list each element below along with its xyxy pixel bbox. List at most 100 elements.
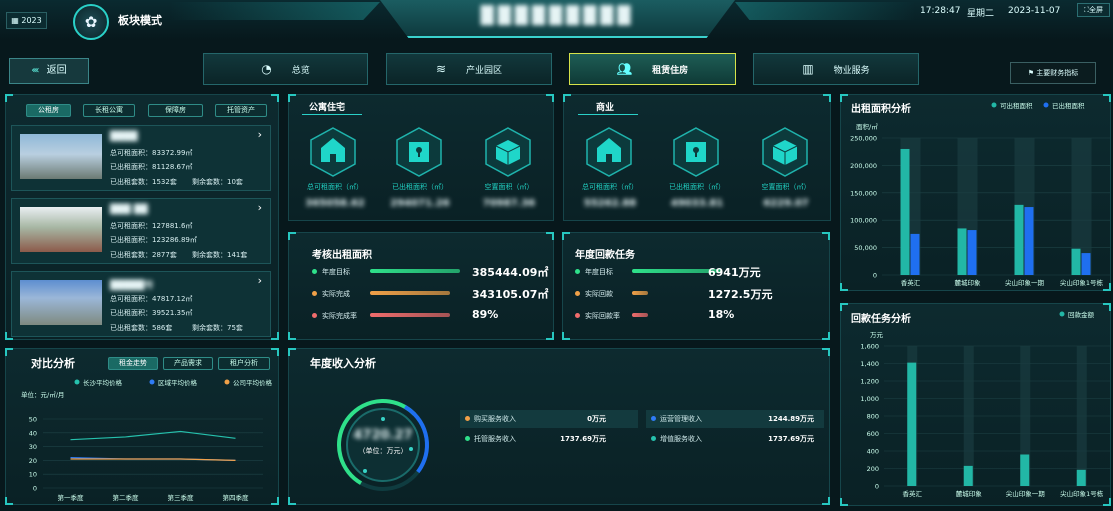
progress-bar <box>370 313 451 317</box>
y-tick-label: 1,600 <box>860 343 879 351</box>
y-axis-label: 面积/㎡ <box>856 122 878 131</box>
bar <box>1020 454 1030 486</box>
bar <box>1081 253 1091 275</box>
building-photo <box>20 207 102 252</box>
progress-value: 18% <box>708 308 735 321</box>
year-selector[interactable]: ▦ 2023 <box>6 12 47 29</box>
legend-dot <box>465 436 470 441</box>
door-hex-icon <box>670 126 722 178</box>
y-tick-label: 50,000 <box>854 244 877 252</box>
legend-marker <box>74 379 80 385</box>
tab-property-service[interactable]: ▥ 物业服务 <box>753 53 919 85</box>
bar-track <box>963 346 974 486</box>
y-tick-label: 200 <box>867 465 879 473</box>
bar <box>967 230 977 275</box>
x-tick-label: 香英汇 <box>901 278 921 287</box>
chevron-right-icon[interactable]: › <box>258 274 262 287</box>
back-button[interactable]: ‹‹‹ 返回 <box>9 58 89 84</box>
door-hex-icon <box>393 126 445 178</box>
legend-label: 已出租面积 <box>1052 101 1085 110</box>
tab-affordable-housing[interactable]: 保障房 <box>148 104 203 117</box>
legend-dot <box>312 291 317 296</box>
tab-rental-housing[interactable]: 👥︎ 租赁住房 <box>569 53 736 85</box>
progress-bar <box>632 291 649 295</box>
progress-value: 89% <box>472 308 499 321</box>
year-label: 2023 <box>21 16 42 25</box>
mode-logo-icon: ✿ <box>73 4 109 40</box>
y-tick-label: 0 <box>873 272 877 280</box>
legend-dot <box>575 269 580 274</box>
rent-area-bar-chart: 0 50,000 100,000 150,000 200,000 250,000 面积/㎡香… <box>850 101 1110 287</box>
x-tick-label: 麓城印象 <box>956 489 983 498</box>
legend-dot <box>651 416 656 421</box>
x-tick-label: 尖山印象1号栋 <box>1060 278 1104 287</box>
house-hex-icon <box>307 126 359 178</box>
progress-value: 1272.5万元 <box>708 288 773 301</box>
property-card[interactable]: ████ › 总可租面积：83372.99㎡ 已出租面积：81128.67㎡ 已… <box>11 125 271 191</box>
bar-track <box>1076 346 1087 486</box>
legend-label: 区域平均价格 <box>158 378 198 387</box>
progress-value: 385444.09㎡ <box>472 266 549 279</box>
tab-overview[interactable]: ◔ 总览 <box>203 53 368 85</box>
tab-trust-assets[interactable]: 托管资产 <box>215 104 267 117</box>
payback-bar-chart: 0 200 400 600 800 1,000 1,200 1,400 1,600 万元香英汇 麓城… <box>860 310 1110 498</box>
y-tick-label: 1,200 <box>860 378 879 386</box>
income-total: 4720.27 <box>353 428 413 443</box>
header-title: █████████ <box>480 6 635 26</box>
income-item: 增值服务收入 1737.69万元 <box>646 430 824 448</box>
y-tick-label: 100,000 <box>850 217 877 225</box>
y-tick-label: 10 <box>29 471 37 479</box>
people-icon: 👥︎ <box>616 62 633 76</box>
progress-bar <box>370 291 451 295</box>
legend-dot <box>312 269 317 274</box>
fullscreen-button[interactable]: ⛶全屏 <box>1077 3 1110 17</box>
finance-indicator-button[interactable]: ⚑ 主要财务指标 <box>1010 62 1096 84</box>
tab-public-rental[interactable]: 公租房 <box>26 104 71 117</box>
tab-rent-trend[interactable]: 租金走势 <box>108 357 158 370</box>
x-tick-label: 尖山印象一期 <box>1006 489 1046 498</box>
property-name: █████号 <box>110 281 154 291</box>
progress-label: 实际回款 <box>585 290 613 298</box>
bar <box>1014 204 1024 275</box>
bar <box>900 148 910 275</box>
property-card[interactable]: █████号 › 总可租面积：47817.12㎡ 已出租面积：39521.35㎡… <box>11 271 271 337</box>
house-hex-icon <box>583 126 635 178</box>
income-label: 购买服务收入 <box>474 415 516 423</box>
y-tick-label: 250,000 <box>850 135 877 143</box>
x-tick-label: 尖山印象1号栋 <box>1060 489 1104 498</box>
progress-bar <box>632 313 649 317</box>
header-date: 2023-11-07 <box>1008 6 1061 16</box>
y-tick-label: 200,000 <box>850 162 877 170</box>
pie-chart-icon: ◔ <box>261 62 272 76</box>
header-weekday: 星期二 <box>967 9 995 19</box>
y-tick-label: 1,000 <box>860 395 879 403</box>
x-tick-label: 第三季度 <box>168 493 195 502</box>
tab-long-rental[interactable]: 长租公寓 <box>83 104 135 117</box>
tab-industrial-park[interactable]: ≋ 产业园区 <box>386 53 552 85</box>
income-unit: （单位：万元） <box>358 447 408 455</box>
y-tick-label: 40 <box>29 429 37 437</box>
compare-title: 对比分析 <box>31 357 75 370</box>
box-hex-icon <box>482 126 534 178</box>
income-value: 1244.89万元 <box>768 415 814 423</box>
chevron-right-icon[interactable]: › <box>258 201 262 214</box>
mode-title: 板块模式 <box>118 14 162 27</box>
legend-dot <box>651 436 656 441</box>
income-item: 托管服务收入 1737.69万元 <box>460 430 638 448</box>
y-tick-label: 800 <box>867 413 879 421</box>
tab-tenant-analysis[interactable]: 租户分析 <box>218 357 270 370</box>
legend-label: 公司平均价格 <box>233 378 273 387</box>
bar <box>1024 207 1034 275</box>
building-photo <box>20 134 102 179</box>
chevron-right-icon[interactable]: › <box>258 128 262 141</box>
bar <box>963 465 973 486</box>
apartment-title: 公寓住宅 <box>309 103 346 113</box>
legend-label: 可出租面积 <box>1000 101 1033 110</box>
bar <box>1076 469 1086 486</box>
legend-dot <box>312 313 317 318</box>
x-tick-label: 香英汇 <box>903 489 923 498</box>
tab-product-demand[interactable]: 产品需求 <box>163 357 213 370</box>
property-card[interactable]: ███ ██ › 总可租面积：127881.6㎡ 已出租面积：123286.89… <box>11 198 271 264</box>
legend-dot <box>575 291 580 296</box>
y-tick-label: 0 <box>875 483 879 491</box>
